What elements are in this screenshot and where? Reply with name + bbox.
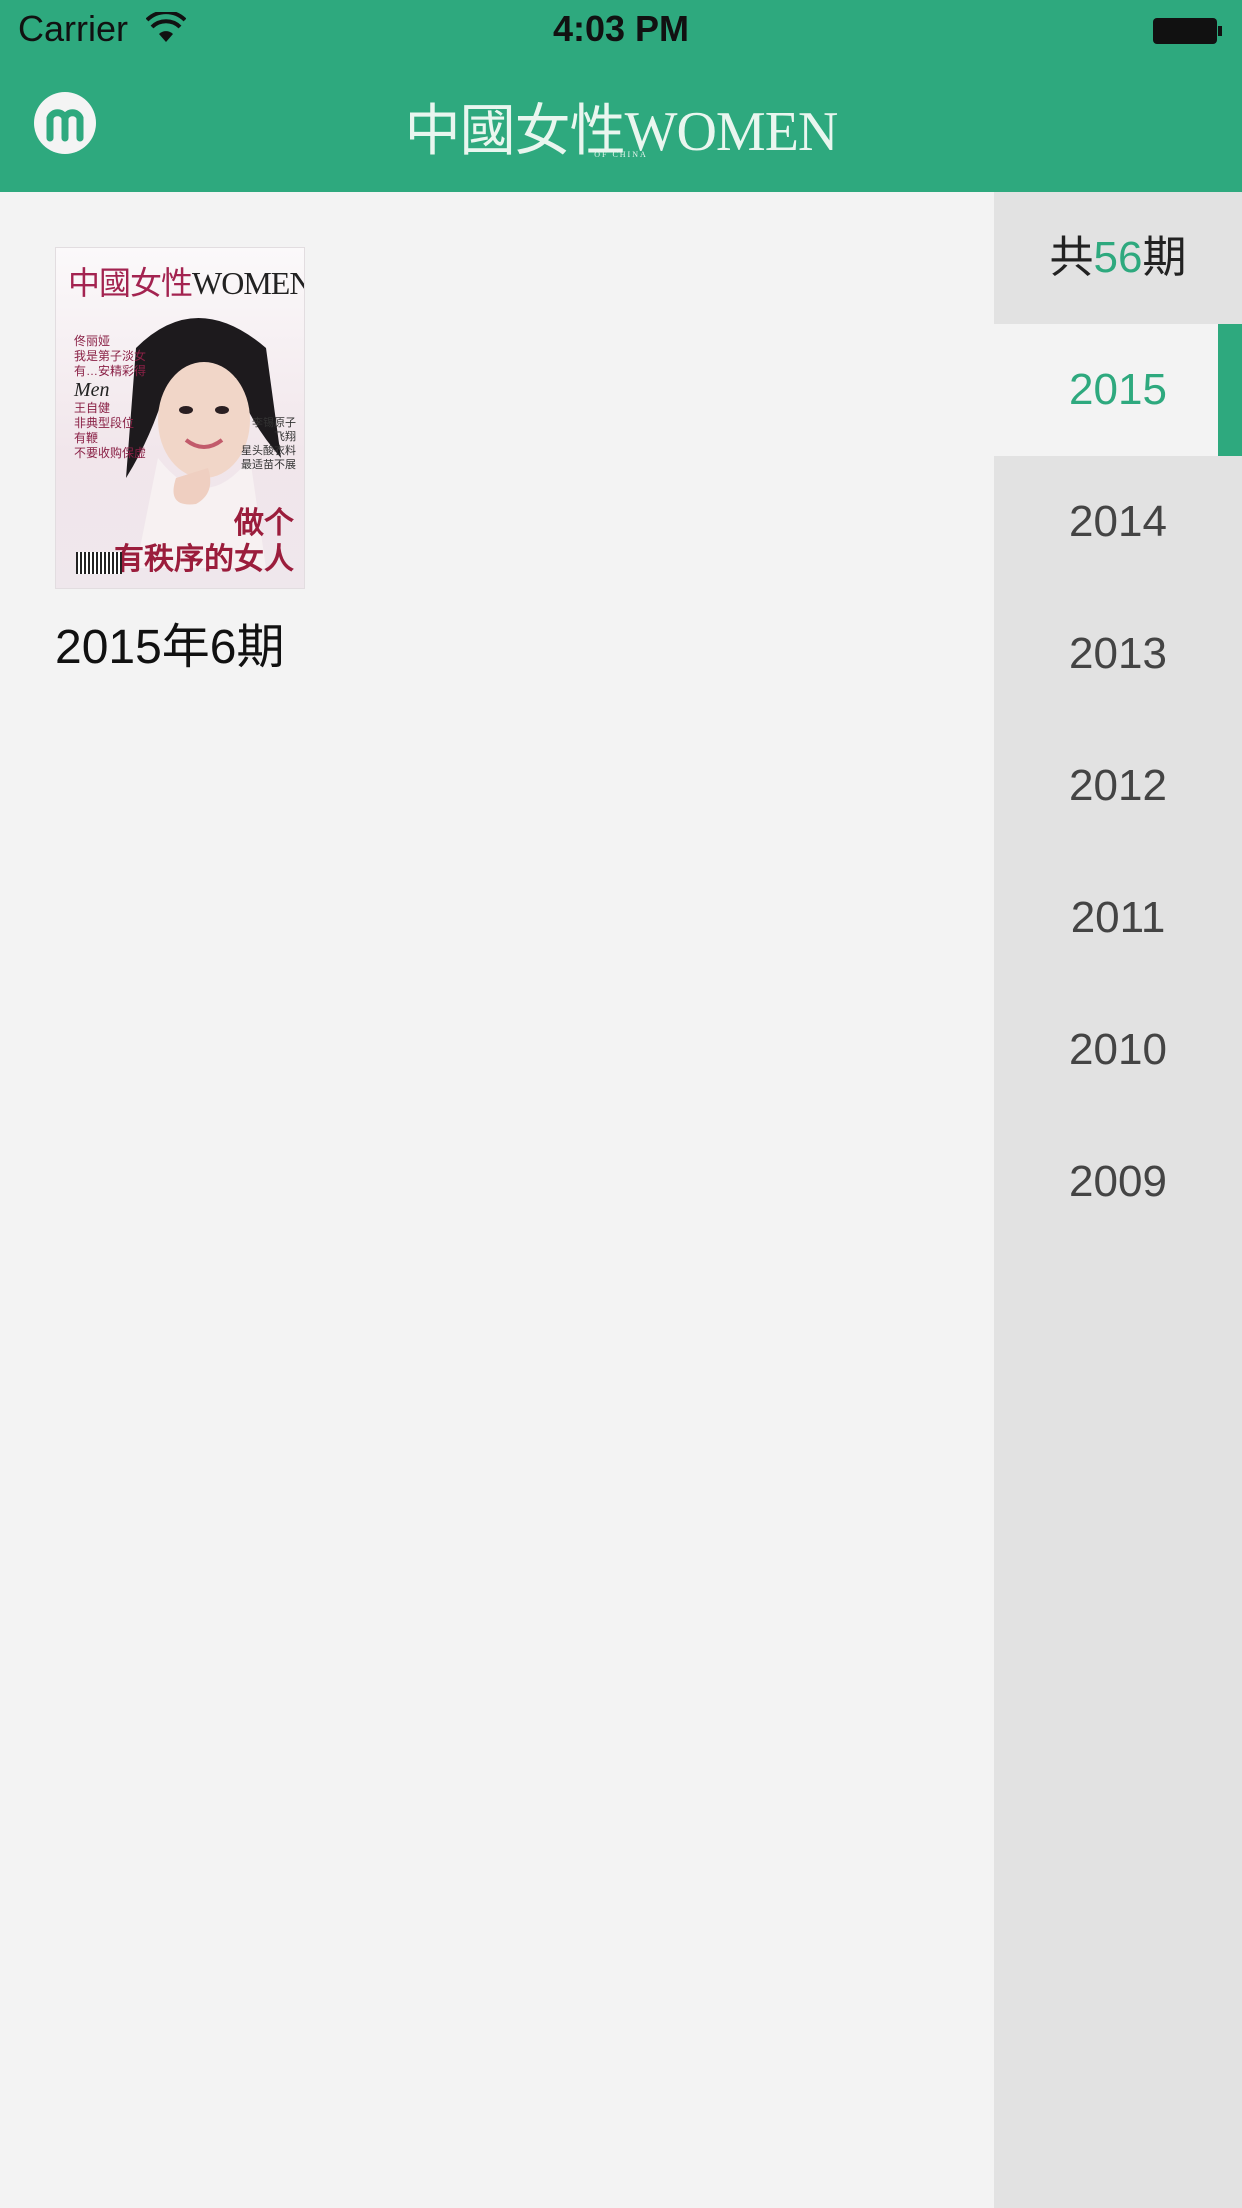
cover-line: 李锡原子 bbox=[252, 417, 296, 429]
year-sidebar: 共56期 2015 2014 2013 2012 2011 2010 2009 bbox=[994, 192, 1242, 2208]
cover-line: 不要收购保虚 bbox=[74, 446, 147, 460]
cover-line: 我是第子淡女 bbox=[74, 349, 147, 363]
issue-card[interactable]: 中國女性WOMEN 佟丽娅 我是第子淡女 有…安精彩得 Men 王自健 非典型段… bbox=[55, 247, 305, 677]
year-item-2009[interactable]: 2009 bbox=[994, 1116, 1242, 1248]
year-item-2014[interactable]: 2014 bbox=[994, 456, 1242, 588]
issue-count-number: 56 bbox=[1093, 233, 1143, 282]
magazine-cover[interactable]: 中國女性WOMEN 佟丽娅 我是第子淡女 有…安精彩得 Men 王自健 非典型段… bbox=[55, 247, 305, 589]
cover-line: 飞翔 bbox=[274, 431, 296, 443]
issue-count-prefix: 共 bbox=[1049, 233, 1094, 282]
year-item-2012[interactable]: 2012 bbox=[994, 720, 1242, 852]
cover-line: 佟丽娅 bbox=[74, 334, 111, 348]
cover-right-text: 李锡原子 飞翔 星头酸衣料 最适苗不展 bbox=[216, 416, 296, 472]
issue-count-suffix: 期 bbox=[1142, 233, 1187, 282]
nav-bar: 中國女性WOMEN OF CHINA bbox=[0, 62, 1242, 192]
barcode bbox=[76, 552, 122, 574]
year-item-2011[interactable]: 2011 bbox=[994, 852, 1242, 984]
cover-headline: 做个 有秩序的女人 bbox=[114, 506, 294, 578]
battery-icon bbox=[1153, 18, 1222, 44]
issue-grid: 中國女性WOMEN 佟丽娅 我是第子淡女 有…安精彩得 Men 王自健 非典型段… bbox=[0, 192, 994, 2208]
cover-headline-line: 有秩序的女人 bbox=[114, 543, 294, 576]
clock: 4:03 PM bbox=[552, 8, 690, 49]
cover-masthead-en: WOMEN bbox=[192, 265, 305, 301]
cover-line: 星头酸衣料 bbox=[241, 445, 296, 457]
issue-count: 共56期 bbox=[994, 192, 1242, 324]
cover-line: 王自健 bbox=[74, 401, 111, 415]
year-item-2013[interactable]: 2013 bbox=[994, 588, 1242, 720]
issue-label[interactable]: 2015年6期 bbox=[55, 607, 305, 677]
cover-masthead-cn: 中國女性 bbox=[68, 265, 193, 301]
status-bar: Carrier 4:03 PM bbox=[0, 0, 1242, 62]
cover-line: 有…安精彩得 bbox=[74, 364, 147, 378]
cover-line: 最适苗不展 bbox=[241, 459, 296, 471]
cover-left-text: 佟丽娅 我是第子淡女 有…安精彩得 Men 王自健 非典型段位 有鞭 不要收购保… bbox=[74, 334, 154, 461]
cover-headline-line: 做个 bbox=[234, 507, 294, 540]
cover-line: 非典型段位 bbox=[74, 416, 135, 430]
year-item-2010[interactable]: 2010 bbox=[994, 984, 1242, 1116]
cover-men-word: Men bbox=[74, 379, 110, 401]
brand-subtitle: OF CHINA bbox=[594, 150, 648, 159]
cover-line: 有鞭 bbox=[74, 431, 99, 445]
cover-masthead: 中國女性WOMEN bbox=[68, 258, 304, 304]
header: Carrier 4:03 PM 中國女性WOMEN OF CHINA bbox=[0, 0, 1242, 192]
year-item-2015[interactable]: 2015 bbox=[994, 324, 1242, 456]
